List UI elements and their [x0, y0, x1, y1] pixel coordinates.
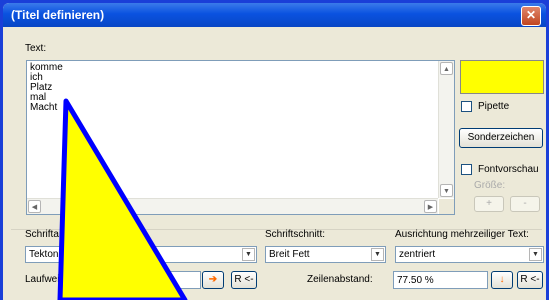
size-label: Größe:: [474, 180, 506, 191]
dialog-window: (Titel definieren) ✕ Text: komme ich Pla…: [3, 3, 546, 300]
pipette-checkbox[interactable]: [461, 101, 472, 112]
alignment-select[interactable]: zentriert ▼: [395, 246, 544, 263]
chevron-down-icon[interactable]: ▼: [371, 248, 384, 261]
line-spacing-value[interactable]: 77.50 %: [397, 275, 434, 286]
chevron-down-icon[interactable]: ▼: [529, 248, 542, 261]
font-preview-checkbox[interactable]: [461, 164, 472, 175]
text-input-area[interactable]: komme ich Platz mal Macht ▲ ▼ ◀ ▶: [26, 60, 455, 215]
font-label: Schriftart:: [25, 229, 68, 240]
style-label: Schriftschnitt:: [265, 229, 326, 240]
scroll-up-button[interactable]: ▲: [440, 62, 453, 75]
line-spacing-reset-button[interactable]: R <-: [517, 271, 543, 289]
window-title: (Titel definieren): [11, 8, 105, 22]
style-select-value: Breit Fett: [269, 249, 310, 260]
font-select[interactable]: Tekton Pro ▼: [25, 246, 257, 263]
close-button[interactable]: ✕: [521, 6, 541, 26]
vertical-scrollbar[interactable]: ▲ ▼: [438, 61, 454, 198]
arrow-right-icon[interactable]: ➔: [202, 271, 224, 289]
scrollbar-corner: [439, 199, 454, 214]
font-select-value: Tekton Pro: [29, 249, 77, 260]
alignment-select-value: zentriert: [399, 249, 436, 260]
scroll-left-button[interactable]: ◀: [28, 200, 41, 213]
text-label: Text:: [25, 43, 47, 54]
arrow-down-icon[interactable]: ↓: [491, 271, 513, 289]
tracking-label: Laufweite:: [25, 274, 71, 285]
title-bar[interactable]: (Titel definieren) ✕: [3, 3, 546, 27]
scroll-right-button[interactable]: ▶: [424, 200, 437, 213]
horizontal-scrollbar[interactable]: ◀ ▶: [27, 198, 438, 214]
pipette-label: Pipette: [478, 101, 510, 112]
size-minus-button[interactable]: -: [510, 196, 540, 212]
special-characters-button[interactable]: Sonderzeichen: [459, 128, 543, 148]
font-preview-label: Fontvorschau: [478, 164, 539, 175]
text-content[interactable]: komme ich Platz mal Macht: [30, 63, 63, 113]
style-select[interactable]: Breit Fett ▼: [265, 246, 386, 263]
color-swatch[interactable]: [460, 60, 544, 94]
tracking-input[interactable]: [79, 271, 201, 289]
scroll-down-button[interactable]: ▼: [440, 184, 453, 197]
alignment-label: Ausrichtung mehrzeiliger Text:: [395, 229, 529, 240]
chevron-down-icon[interactable]: ▼: [242, 248, 255, 261]
size-plus-button[interactable]: +: [474, 196, 504, 212]
tracking-reset-button[interactable]: R <-: [231, 271, 257, 289]
line-spacing-input[interactable]: 77.50 %: [393, 271, 488, 289]
line-spacing-label: Zeilenabstand:: [307, 274, 373, 285]
